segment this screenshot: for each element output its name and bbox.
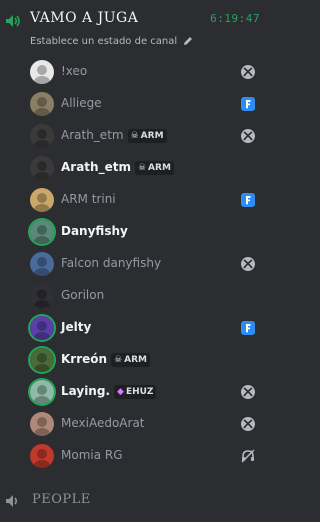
skull-icon: ☠ <box>114 355 123 365</box>
speaker-icon <box>6 495 18 507</box>
member-name[interactable]: !xeo <box>61 64 87 78</box>
server-tag[interactable]: ☠ ARM <box>134 161 174 175</box>
server-tag-label: ARM <box>140 131 164 141</box>
member-name[interactable]: Jelty <box>61 320 91 334</box>
member-name-text: MexiAedoArat <box>61 416 145 430</box>
fortnite-icon <box>240 320 256 336</box>
channel-timer: 6:19:47 <box>210 12 260 25</box>
avatar[interactable] <box>30 380 54 404</box>
member-name[interactable]: Falcon danyfishy <box>61 256 161 270</box>
voice-member[interactable]: MexiAedoArat <box>0 408 266 440</box>
xbox-icon <box>240 128 256 144</box>
member-name-text: Momia RG <box>61 448 123 462</box>
member-name[interactable]: Krreón ☠ ARM <box>61 352 150 367</box>
avatar[interactable] <box>30 412 54 436</box>
xbox-icon <box>240 256 256 272</box>
voice-member[interactable]: ARM trini <box>0 184 266 216</box>
xbox-icon <box>240 416 256 432</box>
member-name[interactable]: Arath_etm ☠ ARM <box>61 128 167 143</box>
status-placeholder: Establece un estado de canal <box>30 36 178 47</box>
member-name-text: Jelty <box>61 320 92 334</box>
voice-member[interactable]: Arath_etm ☠ ARM <box>0 120 266 152</box>
member-name-text: Falcon danyfishy <box>61 256 162 270</box>
avatar[interactable] <box>30 60 54 84</box>
avatar[interactable] <box>30 188 54 212</box>
voice-member[interactable]: Falcon danyfishy <box>0 248 266 280</box>
xbox-icon <box>240 384 256 400</box>
member-name-text: Gorilon <box>61 288 105 302</box>
server-tag-label: ARM <box>148 163 171 173</box>
voice-member[interactable]: Jelty <box>0 312 266 344</box>
member-name[interactable]: ARM trini <box>61 192 116 206</box>
avatar[interactable] <box>30 252 54 276</box>
voice-channel-people[interactable]: PEOPLE <box>0 488 266 514</box>
member-name-text: Danyfishy <box>61 224 128 238</box>
avatar[interactable] <box>30 220 54 244</box>
voice-member[interactable]: Arath_etm ☠ ARM <box>0 152 266 184</box>
voice-channel-header[interactable]: VAMO A JUGA 6:19:47 Establece un estado … <box>0 0 266 56</box>
member-name-text: Alliege <box>61 96 102 110</box>
voice-member[interactable]: Momia RG <box>0 440 266 472</box>
member-name-text: Arath_etm <box>61 160 131 174</box>
voice-member[interactable]: Laying. ◆ EHUZ <box>0 376 266 408</box>
avatar[interactable] <box>30 348 54 372</box>
avatar[interactable] <box>30 444 54 468</box>
server-tag-label: ARM <box>124 355 147 365</box>
server-tag-label: EHUZ <box>125 387 154 397</box>
voice-member[interactable]: Alliege <box>0 88 266 120</box>
server-tag[interactable]: ◆ EHUZ <box>114 385 157 399</box>
fortnite-icon <box>240 192 256 208</box>
voice-member[interactable]: Gorilon <box>0 280 266 312</box>
member-name-text: Laying. <box>61 384 111 398</box>
member-name[interactable]: Laying. ◆ EHUZ <box>61 384 157 399</box>
member-name-text: !xeo <box>61 64 88 78</box>
deafened-icon <box>240 448 256 464</box>
server-tag[interactable]: ☠ ARM <box>111 353 150 367</box>
avatar[interactable] <box>30 92 54 116</box>
member-name[interactable]: MexiAedoArat <box>61 416 145 430</box>
speaker-active-icon <box>6 15 20 27</box>
member-name[interactable]: Gorilon <box>61 288 104 302</box>
fortnite-icon <box>240 96 256 112</box>
member-name[interactable]: Arath_etm ☠ ARM <box>61 160 174 175</box>
skull-icon: ☠ <box>130 131 139 141</box>
member-name[interactable]: Momia RG <box>61 448 123 462</box>
pencil-icon[interactable] <box>183 36 193 46</box>
channel-name: PEOPLE <box>32 492 91 507</box>
member-name-text: ARM trini <box>61 192 116 206</box>
avatar[interactable] <box>30 156 54 180</box>
member-name[interactable]: Danyfishy <box>61 224 128 238</box>
avatar[interactable] <box>30 124 54 148</box>
avatar[interactable] <box>30 316 54 340</box>
voice-member-list: !xeo Alliege Arath_etm ☠ ARM Arath_etm ☠ ARM ARM… <box>0 56 266 472</box>
avatar[interactable] <box>30 284 54 308</box>
voice-member[interactable]: !xeo <box>0 56 266 88</box>
member-name[interactable]: Alliege <box>61 96 102 110</box>
server-tag[interactable]: ☠ ARM <box>127 129 167 143</box>
voice-member[interactable]: Krreón ☠ ARM <box>0 344 266 376</box>
skull-icon: ☠ <box>137 163 147 173</box>
gem-icon: ◆ <box>117 387 124 397</box>
member-name-text: Krreón <box>61 352 108 366</box>
xbox-icon <box>240 64 256 80</box>
voice-member[interactable]: Danyfishy <box>0 216 266 248</box>
member-name-text: Arath_etm <box>61 128 124 142</box>
channel-name[interactable]: VAMO A JUGA <box>30 10 138 26</box>
set-channel-status[interactable]: Establece un estado de canal <box>30 36 193 47</box>
